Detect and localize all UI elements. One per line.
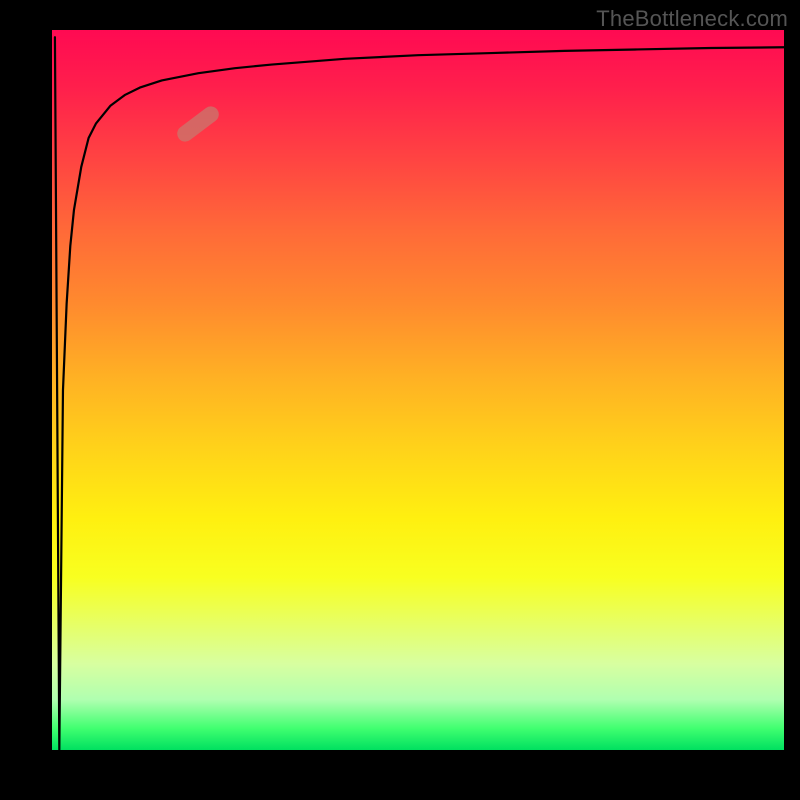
chart-plot-area — [52, 30, 784, 750]
watermark-text: TheBottleneck.com — [596, 6, 788, 32]
curve-line — [52, 30, 784, 750]
